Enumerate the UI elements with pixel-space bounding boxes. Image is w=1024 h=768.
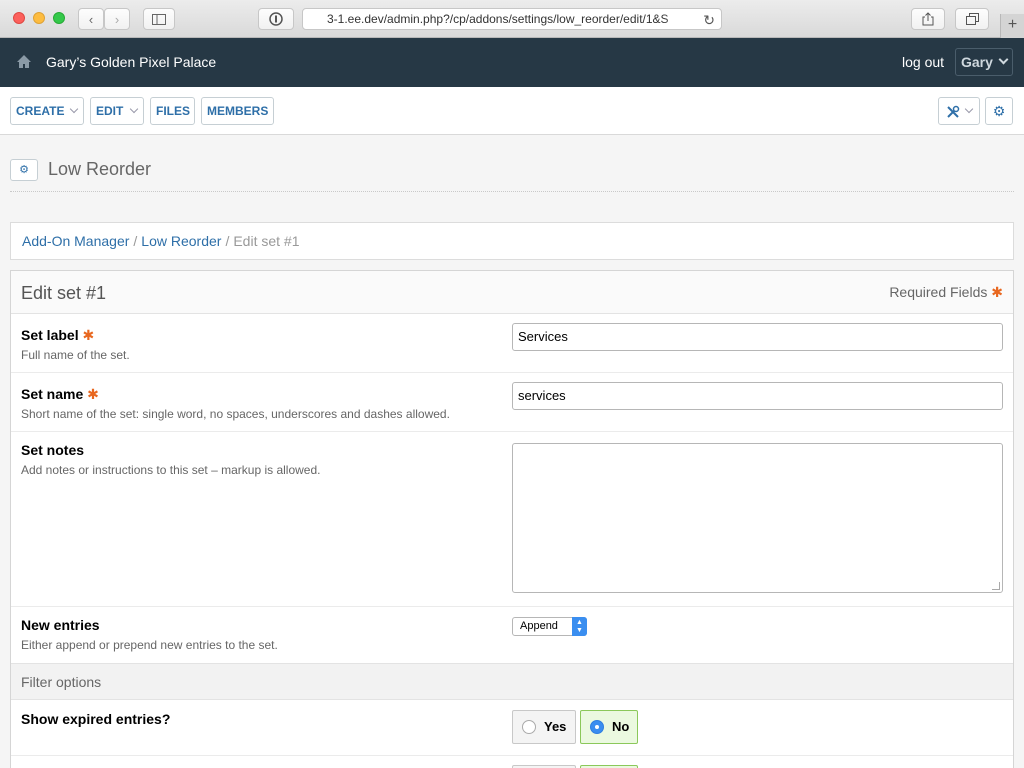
chevron-down-icon xyxy=(965,104,974,114)
radio-checked-icon xyxy=(590,720,604,734)
reload-icon[interactable]: ↻ xyxy=(703,10,715,29)
developer-tools-button[interactable] xyxy=(938,97,980,125)
new-tab-button[interactable]: + xyxy=(1000,14,1024,38)
gear-icon: ⚙ xyxy=(19,164,29,176)
set-notes-textarea[interactable] xyxy=(512,443,1003,593)
yes-label: Yes xyxy=(544,719,567,734)
edit-set-form: Edit set #1 Required Fields ✱ Set label … xyxy=(10,270,1014,768)
share-icon xyxy=(922,12,934,26)
files-label: FILES xyxy=(156,104,191,118)
field-next xyxy=(11,756,1013,768)
addon-settings-button[interactable]: ⚙ xyxy=(10,159,38,181)
info-icon xyxy=(269,12,283,26)
required-star-icon: ✱ xyxy=(82,327,95,343)
tools-icon xyxy=(946,106,959,119)
set-name-input[interactable]: services xyxy=(512,382,1003,410)
field-new-entries: New entries Either append or prepend new… xyxy=(11,607,1013,663)
edit-label: EDIT xyxy=(96,104,124,118)
tabs-icon xyxy=(965,13,979,25)
logout-link[interactable]: log out xyxy=(902,54,944,70)
no-label: No xyxy=(612,719,630,734)
resize-handle-icon[interactable] xyxy=(992,582,1000,590)
page-title: Low Reorder xyxy=(48,159,152,179)
field-set-label: Set label ✱ Full name of the set. Servic… xyxy=(11,314,1013,373)
members-label: MEMBERS xyxy=(207,104,269,118)
select-arrows-icon: ▲ ▼ xyxy=(572,617,587,636)
breadcrumb-current: Edit set #1 xyxy=(233,233,300,249)
browser-toolbar: ‹ › 3-1.ee.dev/admin.php?/cp/addons/sett… xyxy=(0,0,1024,38)
radio-unchecked-icon xyxy=(522,720,536,734)
required-star-icon: ✱ xyxy=(87,386,99,402)
field-set-name: Set name ✱ Short name of the set: single… xyxy=(11,373,1013,432)
filter-options-heading: Filter options xyxy=(11,663,1013,700)
breadcrumb-separator: / xyxy=(225,233,230,249)
field-description: Full name of the set. xyxy=(21,348,130,362)
field-show-expired: Show expired entries? Yes No xyxy=(11,700,1013,756)
members-button[interactable]: MEMBERS xyxy=(201,97,274,125)
field-label: Set label ✱ xyxy=(21,327,94,344)
chevron-down-icon xyxy=(69,104,79,114)
sidebar-toggle-button[interactable] xyxy=(143,8,175,30)
privacy-report-button[interactable] xyxy=(258,8,294,30)
sidebar-icon xyxy=(152,13,166,25)
chevron-down-icon xyxy=(998,54,1009,65)
home-icon[interactable] xyxy=(16,54,32,70)
edit-menu-button[interactable]: EDIT xyxy=(90,97,144,125)
user-menu-button[interactable]: Gary xyxy=(955,48,1013,76)
settings-button[interactable]: ⚙ xyxy=(985,97,1013,125)
new-entries-select[interactable]: Append ▲ ▼ xyxy=(512,617,587,636)
field-label: New entries xyxy=(21,617,100,633)
title-divider xyxy=(10,191,1014,192)
breadcrumb-addon-manager[interactable]: Add-On Manager xyxy=(22,233,129,249)
show-expired-yes-option[interactable]: Yes xyxy=(512,710,576,744)
field-description: Either append or prepend new entries to … xyxy=(21,638,278,652)
required-fields-note: Required Fields ✱ xyxy=(889,284,1003,301)
field-label: Set name ✱ xyxy=(21,386,99,403)
show-expired-no-option[interactable]: No xyxy=(580,710,638,744)
gear-icon: ⚙ xyxy=(992,103,1006,119)
tabs-overview-button[interactable] xyxy=(955,8,989,30)
breadcrumb: Add-On Manager / Low Reorder / Edit set #1 xyxy=(10,222,1014,260)
files-button[interactable]: FILES xyxy=(150,97,195,125)
field-label-text: Set name xyxy=(21,386,84,402)
form-header: Edit set #1 Required Fields ✱ xyxy=(11,271,1013,314)
plus-icon: + xyxy=(1007,16,1018,33)
address-bar[interactable]: 3-1.ee.dev/admin.php?/cp/addons/settings… xyxy=(302,8,722,30)
chevron-down-icon xyxy=(129,104,139,114)
chevron-left-icon: ‹ xyxy=(88,11,94,27)
site-header: Gary’s Golden Pixel Palace log out Gary xyxy=(0,38,1024,87)
main-toolbar: CREATE EDIT FILES MEMBERS ⚙ xyxy=(0,87,1024,135)
close-window-button[interactable] xyxy=(13,12,25,24)
minimize-window-button[interactable] xyxy=(33,12,45,24)
site-name[interactable]: Gary’s Golden Pixel Palace xyxy=(46,54,216,70)
zoom-window-button[interactable] xyxy=(53,12,65,24)
set-label-input[interactable]: Services xyxy=(512,323,1003,351)
breadcrumb-low-reorder[interactable]: Low Reorder xyxy=(141,233,221,249)
url-fade xyxy=(663,9,693,29)
user-name: Gary xyxy=(961,54,993,70)
field-description: Add notes or instructions to this set – … xyxy=(21,463,321,477)
back-button[interactable]: ‹ xyxy=(78,8,104,30)
field-label: Set notes xyxy=(21,442,85,458)
breadcrumb-separator: / xyxy=(133,233,138,249)
new-entries-value: Append xyxy=(520,620,558,632)
create-menu-button[interactable]: CREATE xyxy=(10,97,84,125)
url-text: 3-1.ee.dev/admin.php?/cp/addons/settings… xyxy=(327,12,669,26)
share-button[interactable] xyxy=(911,8,945,30)
forward-button[interactable]: › xyxy=(104,8,130,30)
chevron-right-icon: › xyxy=(114,11,120,27)
field-set-notes: Set notes Add notes or instructions to t… xyxy=(11,432,1013,607)
required-fields-label: Required Fields xyxy=(889,284,988,300)
field-description: Short name of the set: single word, no s… xyxy=(21,407,450,421)
field-label-text: Set label xyxy=(21,327,79,343)
field-label: Show expired entries? xyxy=(21,711,171,727)
required-star-icon: ✱ xyxy=(991,284,1003,300)
form-title: Edit set #1 xyxy=(21,283,107,303)
create-label: CREATE xyxy=(16,104,65,118)
